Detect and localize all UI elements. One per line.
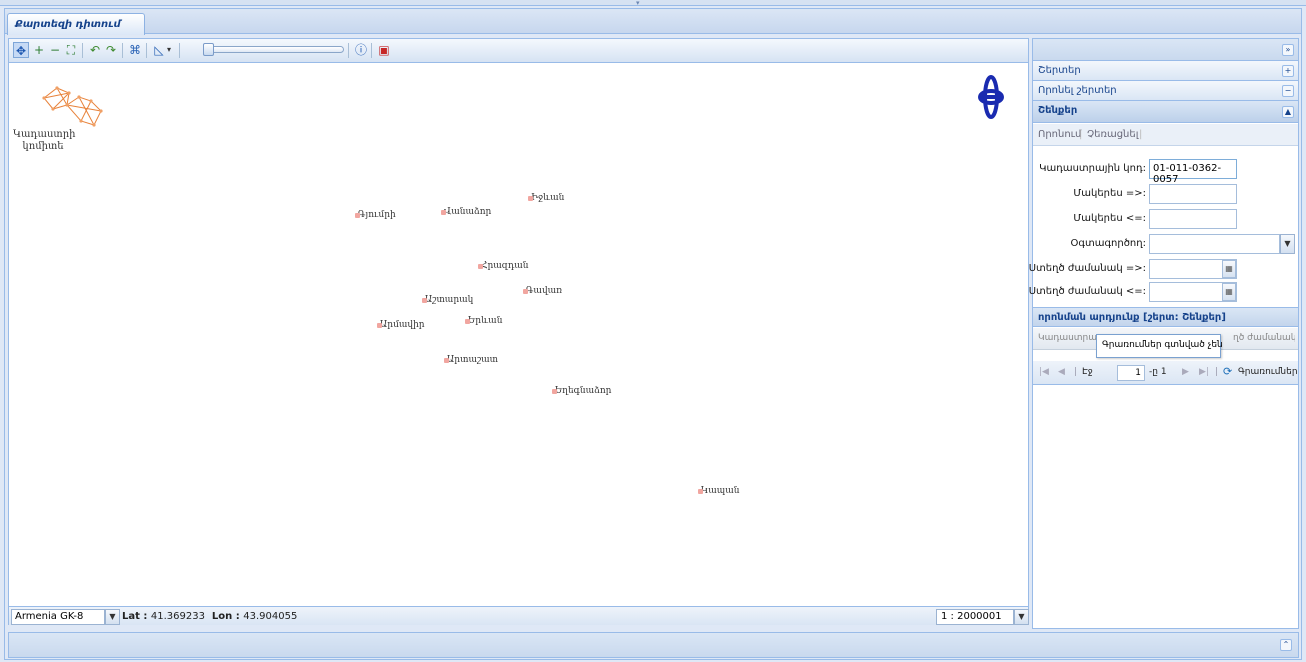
bottom-panel-bar: ⌃ — [8, 632, 1299, 658]
city-label-yeghegnadzor[interactable]: Եղեգնաձոր — [551, 386, 611, 396]
pan-icon[interactable]: ✥ — [13, 42, 29, 58]
city-label-gyumri[interactable]: Գյումրի — [355, 210, 396, 220]
city-label-vanadzor[interactable]: Վանաձոր — [440, 207, 491, 217]
section-layers[interactable]: Շերտեր — [1033, 61, 1298, 81]
toolbar-separator — [371, 43, 372, 58]
results-pager: |◀ ◀ | Էջ 1 -ը 1 ▶ ▶| | ⟳ Գրառումներ գտ — [1033, 361, 1298, 385]
first-page-icon[interactable]: |◀ — [1039, 367, 1049, 377]
section-buildings-label: Շենքեր — [1038, 105, 1078, 116]
sidebar-panel: » Շերտեր + Որոնել շերտեր − Շենքեր ▲ Որոն… — [1028, 38, 1299, 629]
pager-status: Գրառումներ գտ — [1238, 367, 1298, 377]
pager-separator: | — [1215, 367, 1219, 377]
chevron-down-icon[interactable]: ▾ — [164, 42, 174, 58]
empty-results-message: Գրառումներ գտնված չեն — [1096, 334, 1223, 358]
user-label: Օգտագործող: — [1070, 238, 1146, 249]
created-to-label: Ստեղծ ժամանակ <=: — [1028, 286, 1146, 297]
area-max-field[interactable] — [1149, 209, 1237, 229]
chevron-down-icon[interactable]: ▼ — [105, 609, 120, 625]
prev-page-icon[interactable]: ◀ — [1058, 367, 1065, 377]
print-pdf-icon[interactable]: ▣ — [376, 42, 392, 58]
tab-bar: Քարտեզի դիտում — [5, 9, 1301, 35]
subtab-separator: | — [1139, 129, 1143, 140]
next-view-icon[interactable]: ↷ — [103, 42, 119, 58]
collapse-icon[interactable]: − — [1282, 85, 1294, 97]
zoom-extent-icon[interactable]: ⛶ — [63, 42, 79, 58]
area-max-label: Մակերես <=: — [1073, 213, 1146, 224]
column-created-time[interactable]: ղծ ժամանակ — [1233, 333, 1295, 343]
created-from-label: Ստեղծ ժամանակ =>: — [1028, 263, 1146, 274]
city-label-ijevan[interactable]: Իջևան — [527, 193, 564, 203]
lat-value: 41.369233 — [150, 611, 205, 622]
section-buildings[interactable]: Շենքեր — [1033, 101, 1298, 123]
tab-search[interactable]: Որոնում — [1038, 129, 1081, 140]
map-canvas[interactable]: Կադաստրի կոմիտե Գյումրի Վանաձոր Իջևան Հր… — [9, 63, 1028, 606]
calendar-icon[interactable]: ▦ — [1222, 283, 1236, 301]
page-count: -ը 1 — [1149, 367, 1167, 377]
toolbar-separator — [122, 43, 123, 58]
chevron-up-icon[interactable]: ▲ — [1282, 106, 1294, 118]
cadastral-code-field[interactable]: 01-011-0362-0057 — [1149, 159, 1237, 185]
pager-separator: | — [1074, 367, 1078, 377]
zoom-slider[interactable] — [208, 46, 344, 53]
collapse-sidebar-icon[interactable]: » — [1282, 44, 1294, 56]
section-layers-label: Շերտեր — [1038, 65, 1081, 76]
toolbar-separator — [146, 43, 147, 58]
city-label-ashtarak[interactable]: Աշտարակ — [421, 295, 473, 305]
refresh-icon[interactable]: ⟳ — [1223, 365, 1232, 378]
lon-value: 43.904055 — [243, 611, 298, 622]
expand-icon[interactable]: + — [1282, 65, 1294, 77]
lat-label: Lat : — [122, 611, 148, 622]
city-label-armavir[interactable]: Արմավիր — [377, 320, 425, 330]
tab-map-view[interactable]: Քարտեզի դիտում — [7, 13, 145, 35]
page-label: Էջ — [1082, 367, 1093, 377]
north-arrow-icon — [978, 75, 1004, 119]
last-page-icon[interactable]: ▶| — [1199, 367, 1209, 377]
expand-up-icon[interactable]: ⌃ — [1280, 639, 1292, 651]
search-subtabs: Որոնում | Չեռացնել | — [1033, 124, 1298, 146]
page-number-input[interactable]: 1 — [1117, 365, 1145, 381]
toolbar-separator — [179, 43, 180, 58]
city-label-yerevan[interactable]: Երևան — [464, 316, 502, 326]
area-min-field[interactable] — [1149, 184, 1237, 204]
previous-view-icon[interactable]: ↶ — [87, 42, 103, 58]
map-panel: ✥ + − ⛶ ↶ ↷ ⌘ ◺ ▾ ⓘ ▣ Կադաստրի կոմիտե Գյ… — [8, 38, 1029, 625]
app-window: Քարտեզի դիտում ✥ + − ⛶ ↶ ↷ ⌘ ◺ ▾ ⓘ ▣ Կադ… — [4, 8, 1302, 660]
calendar-icon[interactable]: ▦ — [1222, 260, 1236, 278]
map-toolbar: ✥ + − ⛶ ↶ ↷ ⌘ ◺ ▾ ⓘ ▣ — [9, 39, 1028, 63]
sidebar-header: » — [1033, 39, 1298, 61]
zoom-slider-thumb[interactable] — [203, 43, 214, 56]
toolbar-separator — [82, 43, 83, 58]
map-status-bar: Armenia GK-8 ▼ Lat : 41.369233 Lon : 43.… — [9, 606, 1029, 625]
top-collapse-grip[interactable]: ▾ — [0, 0, 1306, 7]
logo-caption: Կադաստրի կոմիտե — [13, 129, 76, 152]
next-page-icon[interactable]: ▶ — [1182, 367, 1189, 377]
section-search-layers[interactable]: Որոնել շերտեր — [1033, 81, 1298, 101]
info-icon[interactable]: ⓘ — [353, 42, 369, 58]
lon-label: Lon : — [211, 611, 240, 622]
projection-select[interactable]: Armenia GK-8 — [11, 609, 105, 625]
city-label-artashat[interactable]: Արտաշատ — [443, 355, 498, 365]
zoom-in-icon[interactable]: + — [31, 42, 47, 58]
city-label-gavar[interactable]: Գավառ — [522, 286, 562, 296]
toolbar-separator — [348, 43, 349, 58]
city-label-hrazdan[interactable]: Հրազդան — [478, 261, 529, 271]
coordinate-readout: Lat : 41.369233 Lon : 43.904055 — [122, 611, 297, 622]
cadastre-logo-icon — [42, 86, 103, 127]
scale-select[interactable]: 1 : 2000001 — [936, 609, 1014, 625]
tab-clear[interactable]: Չեռացնել — [1087, 129, 1138, 140]
cadastral-code-label: Կադաստրային կոդ: — [1039, 163, 1146, 174]
select-feature-icon[interactable]: ⌘ — [127, 42, 143, 58]
area-min-label: Մակերես =>: — [1073, 188, 1146, 199]
subtab-separator: | — [1079, 129, 1083, 140]
city-label-kapan[interactable]: Կապան — [698, 486, 740, 496]
chevron-down-icon[interactable]: ▼ — [1280, 234, 1295, 254]
chevron-down-icon[interactable]: ▼ — [1014, 609, 1029, 625]
section-search-layers-label: Որոնել շերտեր — [1038, 85, 1117, 96]
zoom-out-icon[interactable]: − — [47, 42, 63, 58]
results-title: որոնման արդյունք [շերտ: Շենքեր] — [1033, 307, 1298, 327]
user-select[interactable] — [1149, 234, 1280, 254]
